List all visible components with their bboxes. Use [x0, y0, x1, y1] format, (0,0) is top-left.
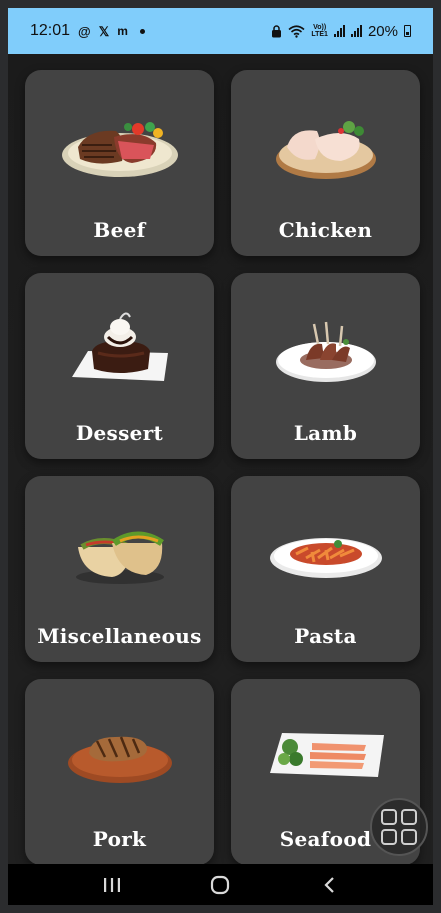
back-icon [324, 876, 334, 893]
category-card-beef[interactable]: Beef [25, 70, 214, 256]
category-card-chicken[interactable]: Chicken [231, 70, 420, 256]
category-card-miscellaneous[interactable]: Miscellaneous [25, 476, 214, 662]
category-label: Pork [92, 827, 147, 851]
threads-icon: @ [78, 23, 91, 39]
signal-icon-2 [350, 25, 362, 37]
pasta-image [231, 502, 420, 602]
lamb-chops-image [231, 299, 420, 399]
category-card-pasta[interactable]: Pasta [231, 476, 420, 662]
more-notifications-dot [139, 28, 145, 34]
category-card-pork[interactable]: Pork [25, 679, 214, 864]
category-card-lamb[interactable]: Lamb [231, 273, 420, 459]
battery-icon [404, 25, 411, 37]
volte-indicator: Vo)) LTE1 [311, 24, 328, 38]
dessert-cake-image [25, 299, 214, 399]
grid-apps-icon [381, 809, 397, 825]
wifi-icon [288, 24, 305, 38]
category-card-dessert[interactable]: Dessert [25, 273, 214, 459]
floating-grid-button[interactable] [370, 798, 428, 856]
beef-steak-image [25, 96, 214, 196]
phone-screen: 12:01 @ 𝕏 m Vo)) LTE1 20% Beef Chicken D… [8, 8, 433, 905]
battery-percent: 20% [367, 22, 398, 40]
category-label: Lamb [293, 421, 358, 445]
category-label: Beef [93, 218, 146, 242]
category-grid: Beef Chicken Dessert Lamb Miscellaneous … [25, 70, 421, 864]
category-label: Dessert [75, 421, 164, 445]
category-label: Miscellaneous [37, 624, 202, 648]
status-time: 12:01 [30, 22, 71, 39]
recents-button[interactable] [92, 870, 132, 900]
category-screen: Beef Chicken Dessert Lamb Miscellaneous … [8, 54, 433, 864]
home-icon [211, 875, 230, 894]
grid-apps-icon-cell [381, 829, 397, 845]
back-button[interactable] [309, 870, 349, 900]
category-label: Chicken [278, 218, 373, 242]
chicken-image [231, 96, 420, 196]
home-button[interactable] [200, 870, 240, 900]
category-label: Pasta [294, 624, 357, 648]
pork-chop-image [25, 705, 214, 805]
tacos-image [25, 502, 214, 602]
status-bar: 12:01 @ 𝕏 m Vo)) LTE1 20% [8, 8, 433, 54]
grid-apps-icon-cell [401, 829, 417, 845]
grid-apps-icon-cell [401, 809, 417, 825]
app-notification-icon: m [117, 24, 128, 38]
system-nav-bar [8, 864, 433, 905]
recents-icon [104, 877, 121, 892]
lock-icon [272, 24, 282, 37]
salmon-plate-image [231, 705, 420, 805]
signal-icon-1 [333, 25, 345, 37]
x-icon: 𝕏 [98, 23, 110, 39]
